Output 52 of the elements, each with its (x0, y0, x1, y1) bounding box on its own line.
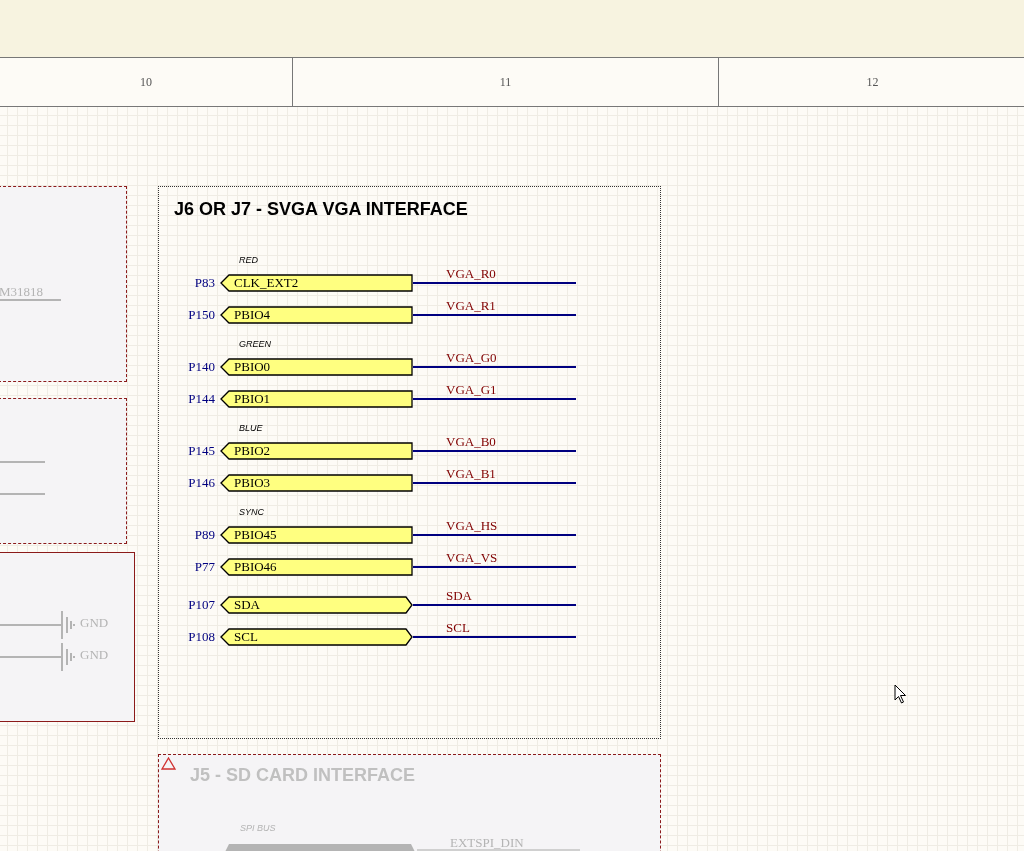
net-label: VGA_B1 (446, 466, 496, 482)
faded-wire (0, 299, 61, 301)
pin-number: P83 (193, 275, 216, 291)
port-label: PBIO46 (220, 558, 413, 576)
net-label: VGA_R0 (446, 266, 496, 282)
ground-symbol-icon (61, 611, 75, 639)
ground-symbol-icon (61, 643, 75, 671)
group-label: RED (239, 254, 258, 267)
net-label: SDA (446, 588, 472, 604)
ground-label: GND (80, 647, 109, 663)
group-label: BLUE (239, 422, 263, 435)
pin-number: P108 (187, 629, 216, 645)
pin-number: P89 (193, 527, 216, 543)
port-label: PBIO0 (220, 358, 413, 376)
part-label: M31818 (0, 284, 44, 300)
net-label: VGA_R1 (446, 298, 496, 314)
zone-number: 11 (292, 58, 718, 106)
pin-number: P144 (187, 391, 216, 407)
group-label: SYNC (239, 506, 264, 519)
sheet-title: J6 OR J7 - SVGA VGA INTERFACE (174, 199, 468, 220)
port-label: PBIO45 (220, 526, 413, 544)
net-label: VGA_B0 (446, 434, 496, 450)
port-label: PBIO3 (220, 474, 413, 492)
pin-number: P146 (187, 475, 216, 491)
faded-wire (0, 624, 61, 626)
pin-number: P150 (187, 307, 216, 323)
pin-number: P107 (187, 597, 216, 613)
net-label: VGA_G1 (446, 382, 497, 398)
pin-number: P140 (187, 359, 216, 375)
pin-number: P77 (193, 559, 216, 575)
net-label: EXTSPI_DIN (450, 835, 524, 851)
warning-triangle-icon (161, 757, 176, 770)
faded-wire (0, 493, 45, 495)
net-label: VGA_HS (446, 518, 498, 534)
port-label: SCL (220, 628, 413, 646)
port-label: PBIO1 (220, 390, 413, 408)
net-label: VGA_G0 (446, 350, 497, 366)
port-label: PBIO4 (220, 306, 413, 324)
pin-number: P145 (187, 443, 216, 459)
zone-number: 12 (718, 58, 1024, 106)
net-label: SCL (446, 620, 470, 636)
port-label: SDA (220, 596, 413, 614)
group-label: SPI BUS (240, 823, 276, 833)
mouse-pointer-icon (894, 684, 907, 704)
faded-wire (0, 461, 45, 463)
port-label: PBIO2 (220, 442, 413, 460)
port-label: CLK_EXT2 (220, 274, 413, 292)
net-label: VGA_VS (446, 550, 498, 566)
zone-number: 10 (139, 73, 153, 91)
faded-wire (0, 656, 61, 658)
ground-label: GND (80, 615, 109, 631)
group-label: GREEN (239, 338, 271, 351)
